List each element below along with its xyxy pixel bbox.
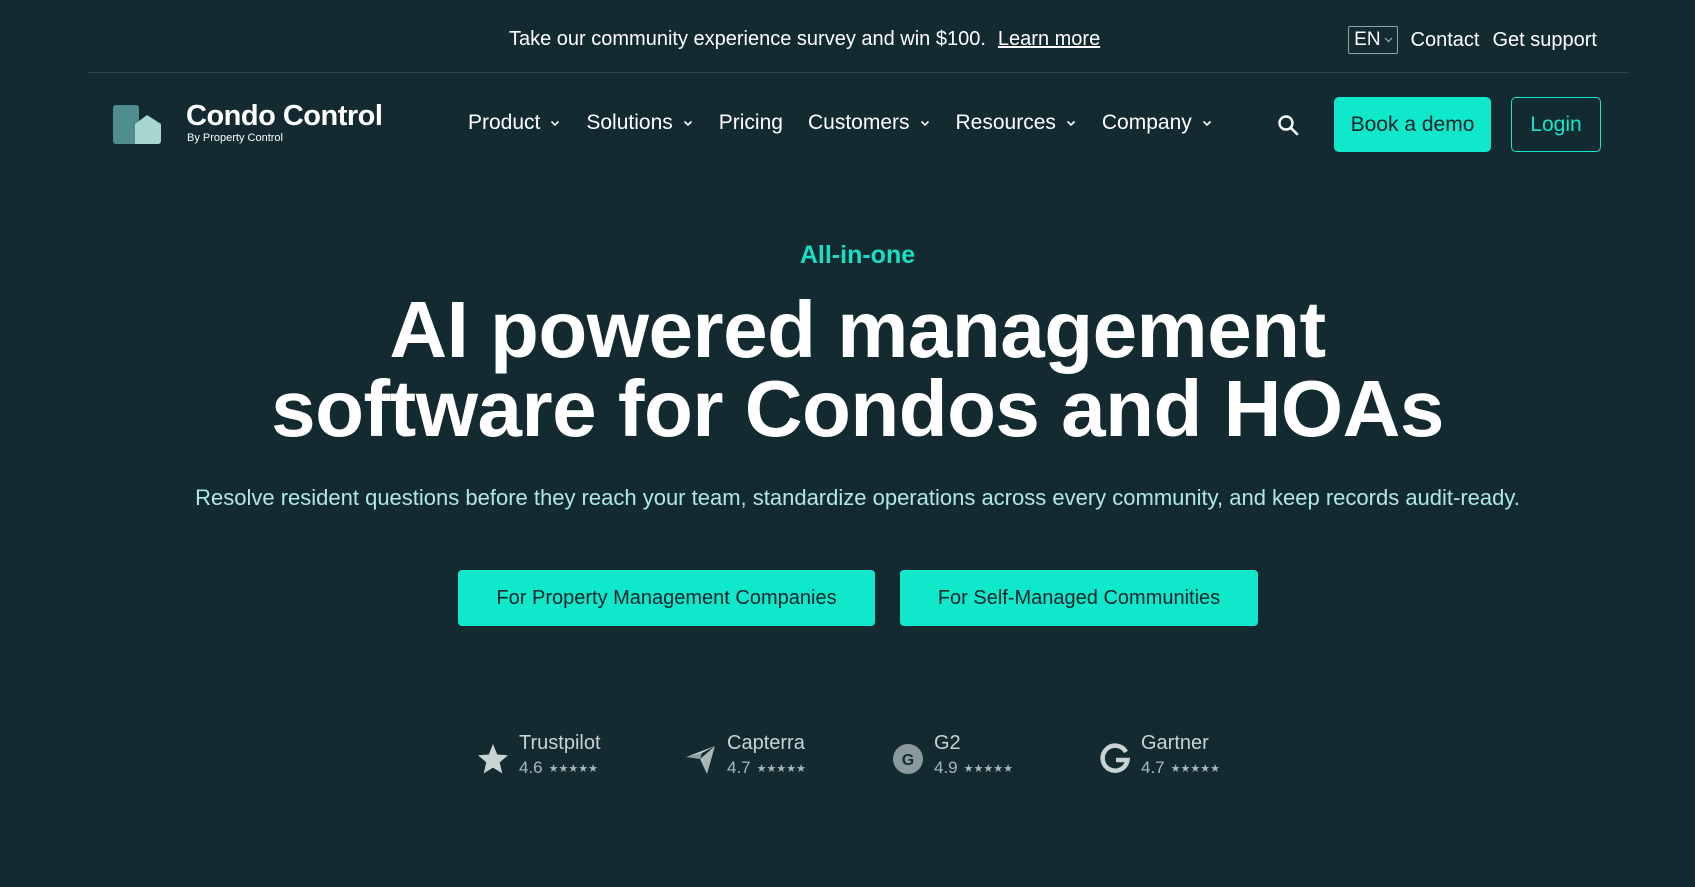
language-select[interactable]: EN <box>1348 26 1398 54</box>
nav-item-solutions[interactable]: Solutions <box>586 111 693 135</box>
nav-label: Solutions <box>586 111 673 134</box>
g2-icon: G <box>893 744 923 774</box>
trustpilot-star-icon <box>478 744 508 774</box>
rating-score: 4.9 <box>934 758 958 777</box>
rating-name: Trustpilot <box>519 732 601 754</box>
hero-eyebrow: All-in-one <box>799 241 916 269</box>
announcement-text: Take our community experience survey and… <box>509 28 986 50</box>
rating-score: 4.7 <box>1141 758 1165 777</box>
announcement-bar: Take our community experience survey and… <box>88 0 1629 73</box>
property-management-cta-button[interactable]: For Property Management Companies <box>458 570 875 626</box>
nav-label: Customers <box>807 111 910 134</box>
rating-score: 4.7 <box>727 758 751 777</box>
headline-line-1: AI powered management <box>389 285 1326 374</box>
nav-label: Resources <box>955 111 1056 134</box>
nav-item-company[interactable]: Company <box>1102 111 1213 135</box>
nav-label: Pricing <box>718 111 783 134</box>
hero-subhead: Resolve resident questions before they r… <box>195 485 1520 510</box>
nav-item-resources[interactable]: Resources <box>956 111 1077 135</box>
rating-trustpilot[interactable]: Trustpilot 4.6 ★★★★★ <box>476 732 601 778</box>
logo-name: Condo Control <box>186 100 383 132</box>
nav-label: Company <box>1101 111 1192 134</box>
rating-name: Capterra <box>727 732 805 754</box>
learn-more-link[interactable]: Learn more <box>998 28 1100 50</box>
capterra-icon <box>686 746 715 774</box>
nav-label: Product <box>468 111 541 134</box>
star-rating-icon: ★★★★★ <box>548 762 598 775</box>
search-icon[interactable] <box>1277 114 1299 136</box>
star-rating-icon: ★★★★★ <box>963 762 1013 775</box>
nav-item-customers[interactable]: Customers <box>808 111 931 135</box>
utility-links: EN Contact Get support <box>1348 26 1597 54</box>
contact-link[interactable]: Contact <box>1411 29 1480 52</box>
chevron-down-icon <box>920 120 929 127</box>
chevron-down-icon <box>1202 120 1211 127</box>
chevron-down-icon <box>551 120 560 127</box>
nav-item-product[interactable]: Product <box>468 111 561 135</box>
svg-text:G: G <box>902 752 914 769</box>
hero-headline: AI powered management software for Condo… <box>0 290 1695 449</box>
rating-gartner[interactable]: Gartner 4.7 ★★★★★ <box>1098 732 1220 778</box>
logo[interactable]: Condo Control By Property Control <box>113 100 383 144</box>
self-managed-cta-button[interactable]: For Self-Managed Communities <box>900 570 1258 626</box>
announcement: Take our community experience survey and… <box>509 28 1100 51</box>
star-rating-icon: ★★★★★ <box>756 762 806 775</box>
login-button[interactable]: Login <box>1511 97 1601 152</box>
headline-line-2: software for Condos and HOAs <box>271 364 1444 453</box>
star-rating-icon: ★★★★★ <box>1170 762 1220 775</box>
chevron-down-icon <box>1384 37 1392 43</box>
logo-tagline: By Property Control <box>187 132 283 144</box>
rating-name: G2 <box>934 732 961 754</box>
book-demo-button[interactable]: Book a demo <box>1334 97 1491 152</box>
rating-g2[interactable]: G G2 4.9 ★★★★★ <box>891 732 1013 778</box>
nav-item-pricing[interactable]: Pricing <box>719 111 783 135</box>
chevron-down-icon <box>683 120 692 127</box>
chevron-down-icon <box>1066 120 1075 127</box>
gartner-g-icon <box>1100 743 1131 773</box>
rating-score: 4.6 <box>519 758 543 777</box>
language-value: EN <box>1354 29 1381 50</box>
rating-capterra[interactable]: Capterra 4.7 ★★★★★ <box>684 732 806 778</box>
condo-control-logo-icon <box>113 105 161 144</box>
get-support-link[interactable]: Get support <box>1492 29 1597 52</box>
main-nav: Product Solutions Pricing Customers Reso… <box>468 111 1238 135</box>
rating-name: Gartner <box>1141 732 1209 754</box>
